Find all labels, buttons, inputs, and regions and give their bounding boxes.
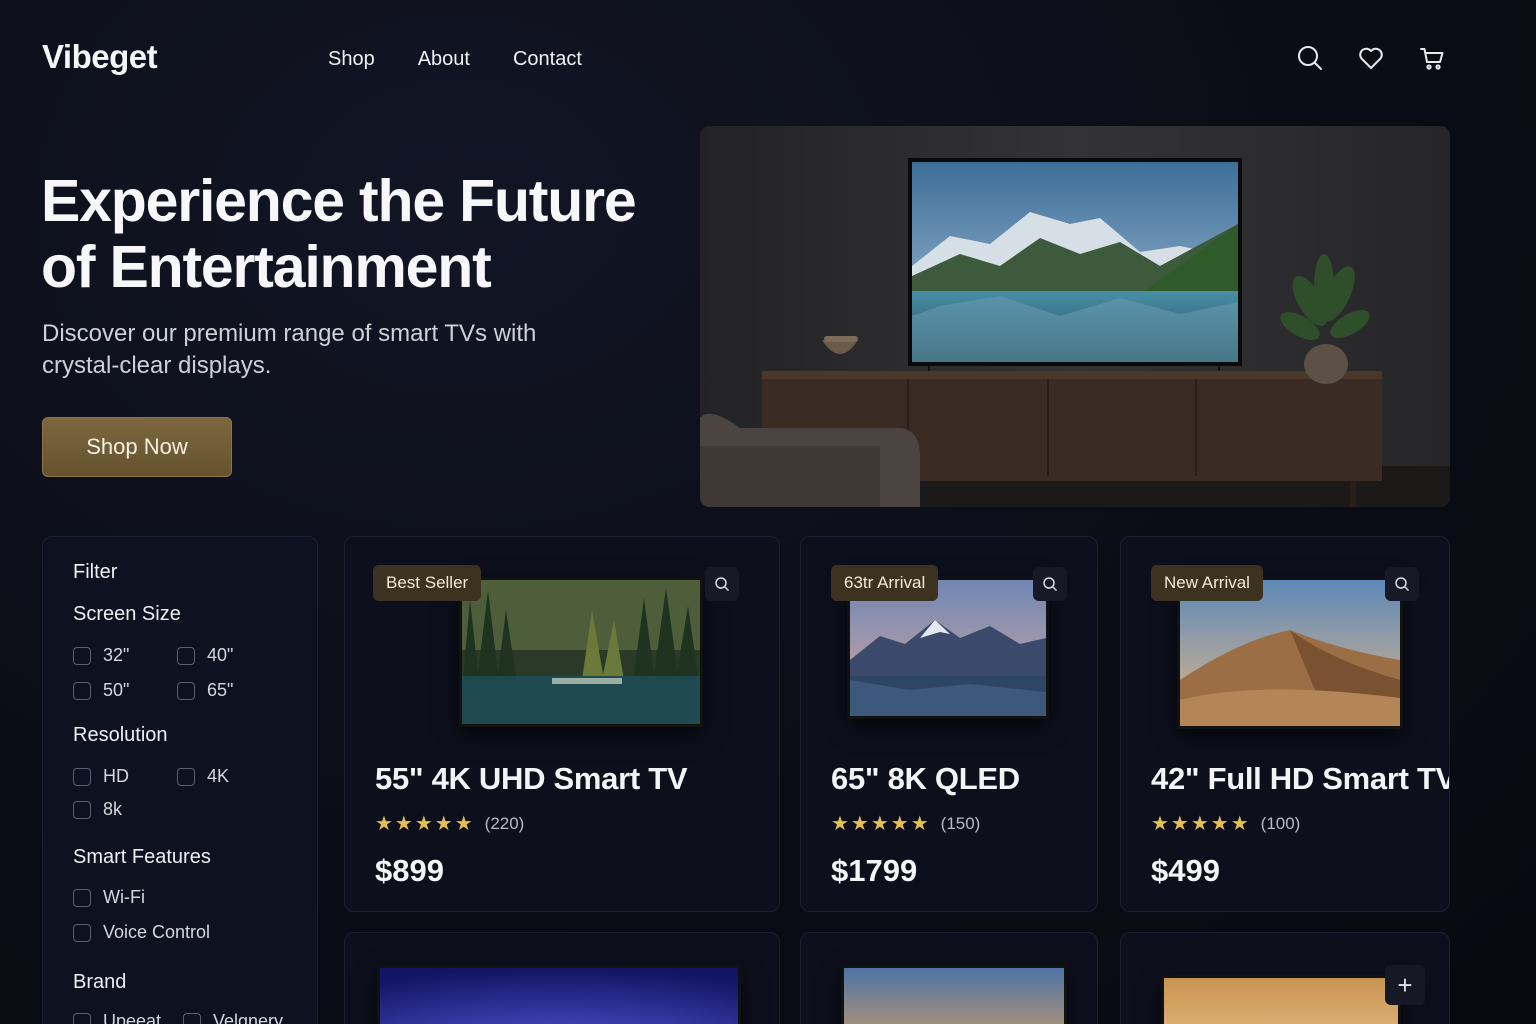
product-image: [841, 965, 1067, 1024]
filter-size-50[interactable]: 50": [73, 680, 129, 701]
product-badge: 63tr Arrival: [831, 565, 939, 601]
heart-icon[interactable]: [1357, 42, 1385, 74]
filter-group-brand: Brand: [73, 971, 127, 993]
product-image: [459, 577, 703, 727]
nav-contact[interactable]: Contact: [513, 48, 582, 71]
filter-size-32[interactable]: 32": [73, 645, 129, 666]
cart-icon[interactable]: [1418, 42, 1446, 74]
filter-res-hd[interactable]: HD: [73, 766, 129, 787]
add-icon[interactable]: +: [1385, 965, 1425, 1005]
product-title[interactable]: 65" 8K QLED: [831, 761, 1020, 797]
checkbox[interactable]: [73, 800, 91, 819]
zoom-icon[interactable]: [1385, 567, 1419, 601]
search-icon[interactable]: [1296, 42, 1324, 74]
filter-feature-voice[interactable]: Voice Control: [73, 922, 210, 943]
review-count: (100): [1260, 813, 1301, 833]
product-rating: ★★★★★ (220): [375, 811, 524, 836]
checkbox[interactable]: [183, 1012, 201, 1024]
checkbox[interactable]: [177, 767, 195, 786]
product-badge: Best Seller: [373, 565, 482, 601]
filter-feature-wifi[interactable]: Wi-Fi: [73, 887, 145, 908]
filter-group-smart-features: Smart Features: [73, 846, 211, 868]
checkbox[interactable]: [177, 646, 195, 665]
filter-brand-2[interactable]: Velgnery: [183, 1011, 283, 1024]
zoom-icon[interactable]: [1033, 567, 1067, 601]
shop-now-button[interactable]: Shop Now: [42, 417, 232, 477]
nav-shop[interactable]: Shop: [328, 48, 375, 71]
header-actions: [1296, 42, 1446, 74]
product-card[interactable]: 63tr Arrival 65" 8K QLED ★★★★★ (150) $17…: [800, 536, 1098, 912]
main-nav: Shop About Contact: [328, 48, 625, 71]
product-title[interactable]: 55" 4K UHD Smart TV: [375, 761, 688, 797]
hero-image: [700, 126, 1450, 507]
zoom-icon[interactable]: [705, 567, 739, 601]
product-card[interactable]: Best Seller 55" 4K UHD Smart TV ★★★★★ (2…: [344, 536, 780, 912]
product-card[interactable]: [800, 932, 1098, 1024]
checkbox[interactable]: [73, 646, 91, 665]
hero-subtitle: Discover our premium range of smart TVs …: [42, 320, 537, 379]
checkbox[interactable]: [177, 681, 195, 700]
product-card[interactable]: New Arrival 42" Full HD Smart TV ★★★★★ (…: [1120, 536, 1450, 912]
star-rating-icon: ★★★★★: [831, 813, 931, 835]
filter-group-resolution: Resolution: [73, 724, 168, 746]
product-price: $1799: [831, 853, 918, 888]
nav-about[interactable]: About: [418, 48, 470, 71]
filter-res-4k[interactable]: 4K: [177, 766, 229, 787]
filter-panel: Filter Screen Size 32" 40" 50" 65" Resol…: [42, 536, 318, 1024]
checkbox[interactable]: [73, 767, 91, 786]
product-card[interactable]: +: [1120, 932, 1450, 1024]
filter-size-40[interactable]: 40": [177, 645, 233, 666]
product-price: $899: [375, 853, 444, 888]
product-card[interactable]: [344, 932, 780, 1024]
filter-group-screen-size: Screen Size: [73, 603, 181, 625]
filter-brand-1[interactable]: Upeeat: [73, 1011, 161, 1024]
filter-res-8k[interactable]: 8k: [73, 799, 122, 820]
product-image: [377, 965, 741, 1024]
product-badge: New Arrival: [1151, 565, 1263, 601]
checkbox[interactable]: [73, 923, 91, 942]
product-rating: ★★★★★ (100): [1151, 811, 1300, 836]
product-price: $499: [1151, 853, 1220, 888]
product-rating: ★★★★★ (150): [831, 811, 980, 836]
review-count: (150): [940, 813, 981, 833]
hero-title: Experience the Future of Entertainment: [41, 168, 637, 300]
star-rating-icon: ★★★★★: [1151, 813, 1251, 835]
product-title[interactable]: 42" Full HD Smart TV: [1151, 761, 1449, 797]
product-image: [1161, 975, 1401, 1024]
checkbox[interactable]: [73, 681, 91, 700]
star-rating-icon: ★★★★★: [375, 813, 475, 835]
checkbox[interactable]: [73, 888, 91, 907]
logo[interactable]: Vibeget: [42, 38, 158, 76]
checkbox[interactable]: [73, 1012, 91, 1024]
review-count: (220): [484, 813, 525, 833]
filter-title: Filter: [73, 561, 118, 583]
filter-size-65[interactable]: 65": [177, 680, 233, 701]
